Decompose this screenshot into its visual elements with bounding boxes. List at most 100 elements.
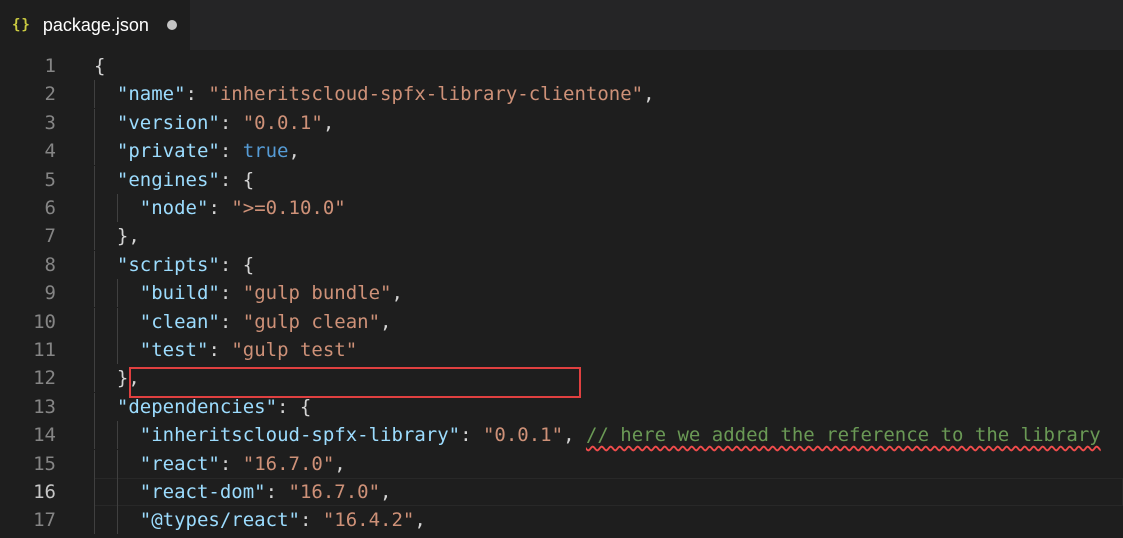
punctuation: , [322, 111, 335, 134]
punctuation: { [94, 55, 106, 77]
punctuation: , [380, 310, 392, 333]
indent-guide [116, 449, 118, 478]
code-area[interactable]: { [94, 52, 1123, 80]
punctuation: , [380, 481, 392, 503]
punctuation: , [414, 509, 426, 532]
code-line[interactable]: 3 "version": "0.0.1", [0, 108, 1123, 137]
code-line[interactable]: 7}, [0, 222, 1123, 251]
code-area[interactable]: "private": true, [94, 137, 1123, 166]
code-editor[interactable]: 1{2 "name": "inheritscloud-spfx-library-c… [0, 50, 1123, 538]
tab-title: package.json [42, 14, 149, 35]
indent-guide [94, 307, 95, 336]
line-number: 17 [33, 509, 56, 532]
indent-guide [116, 279, 118, 308]
json-string: "gulp bundle" [242, 282, 392, 305]
line-number: 12 [33, 367, 56, 390]
code-line[interactable]: 5 "engines": { [0, 165, 1123, 194]
json-key: "name" [116, 83, 186, 106]
annotation-highlight-box [129, 367, 581, 398]
code-area[interactable]: "inheritscloud-spfx-library": "0.0.1", /… [94, 421, 1123, 450]
code-area[interactable]: "@types/react": "16.4.2", [94, 506, 1123, 535]
code-text: "react-dom": "16.7.0", [140, 478, 392, 506]
code-line[interactable]: 14 "inheritscloud-spfx-library": "0.0.1",… [0, 421, 1123, 450]
line-number: 7 [44, 225, 56, 248]
comment: // here we added the reference to the li… [585, 424, 1101, 447]
json-key: "scripts" [116, 253, 220, 276]
json-key: "version" [116, 111, 220, 134]
json-braces-icon: {} [12, 17, 31, 33]
code-area[interactable]: }, [94, 222, 1123, 251]
json-string: "16.7.0" [288, 481, 381, 503]
code-text: "build": "gulp bundle", [140, 279, 403, 307]
line-number: 15 [33, 452, 56, 475]
code-text: }, [117, 222, 140, 250]
tab-package-json[interactable]: {} package.json [0, 0, 190, 50]
json-key: "react" [139, 452, 220, 475]
json-key: "react-dom" [139, 481, 266, 503]
code-text: "scripts": { [117, 251, 254, 279]
json-string: ">=0.10.0" [231, 197, 346, 219]
code-line[interactable]: 9 "build": "gulp bundle", [0, 279, 1123, 308]
indent-guide [94, 80, 95, 109]
code-line[interactable]: 4 "private": true, [0, 137, 1123, 166]
json-key: "test" [139, 339, 209, 361]
punctuation: }, [116, 225, 140, 248]
code-area[interactable]: "name": "inheritscloud-spfx-library-clie… [94, 80, 1123, 109]
line-number: 1 [44, 55, 56, 77]
indent-guide [94, 449, 95, 478]
punctuation: : [185, 83, 209, 106]
json-key: "clean" [139, 310, 220, 333]
code-line[interactable]: 8 "scripts": { [0, 250, 1123, 279]
punctuation: : { [277, 395, 312, 418]
indent-guide [94, 250, 95, 279]
indent-guide [94, 137, 95, 166]
indent-guide [94, 194, 95, 222]
json-key: "node" [139, 197, 209, 219]
json-string: "16.4.2" [322, 509, 415, 532]
code-area[interactable]: "clean": "gulp clean", [94, 307, 1123, 336]
code-area[interactable]: "node": ">=0.10.0" [94, 194, 1123, 222]
indent-guide [94, 336, 95, 364]
code-area[interactable]: "scripts": { [94, 250, 1123, 279]
code-area[interactable]: "test": "gulp test" [94, 336, 1123, 364]
punctuation: , [643, 83, 655, 106]
json-string: "0.0.1" [482, 424, 564, 447]
punctuation: : [219, 111, 243, 134]
code-line[interactable]: 15 "react": "16.7.0", [0, 449, 1123, 478]
json-key: "dependencies" [116, 395, 278, 418]
json-string: "inheritscloud-spfx-library-clientone" [208, 83, 644, 106]
code-area[interactable]: "build": "gulp bundle", [94, 279, 1123, 308]
code-area[interactable]: "react-dom": "16.7.0", [94, 478, 1123, 506]
code-line[interactable]: 11 "test": "gulp test" [0, 336, 1123, 364]
code-area[interactable]: "version": "0.0.1", [94, 108, 1123, 137]
line-number: 4 [44, 140, 56, 163]
code-line[interactable]: 10 "clean": "gulp clean", [0, 307, 1123, 336]
code-line[interactable]: 16 "react-dom": "16.7.0", [0, 478, 1123, 506]
punctuation: : [208, 197, 232, 219]
code-area[interactable]: "engines": { [94, 165, 1123, 194]
line-number: 16 [33, 481, 56, 503]
punctuation: : [265, 481, 289, 503]
punctuation: : [208, 339, 232, 361]
code-line[interactable]: 1{ [0, 52, 1123, 80]
code-text: "version": "0.0.1", [117, 109, 334, 137]
code-text: "@types/react": "16.4.2", [140, 506, 426, 534]
code-line[interactable]: 17 "@types/react": "16.4.2", [0, 506, 1123, 535]
unsaved-dot-icon[interactable] [166, 20, 177, 30]
code-area[interactable]: "react": "16.7.0", [94, 449, 1123, 478]
indent-guide [116, 478, 118, 506]
code-line[interactable]: 6 "node": ">=0.10.0" [0, 194, 1123, 222]
punctuation: , [391, 282, 403, 305]
indent-guide [94, 279, 95, 308]
indent-guide [94, 421, 95, 450]
tab-bar: {} package.json [0, 0, 1123, 50]
json-key: "private" [116, 140, 220, 163]
code-line[interactable]: 2 "name": "inheritscloud-spfx-library-cli… [0, 80, 1123, 109]
json-string: "gulp clean" [242, 310, 381, 333]
punctuation: : [219, 310, 243, 333]
indent-guide [116, 506, 118, 535]
json-key: "engines" [116, 168, 220, 191]
json-string: "gulp test" [231, 339, 358, 361]
punctuation: : [460, 424, 483, 447]
json-key: "build" [139, 282, 220, 305]
